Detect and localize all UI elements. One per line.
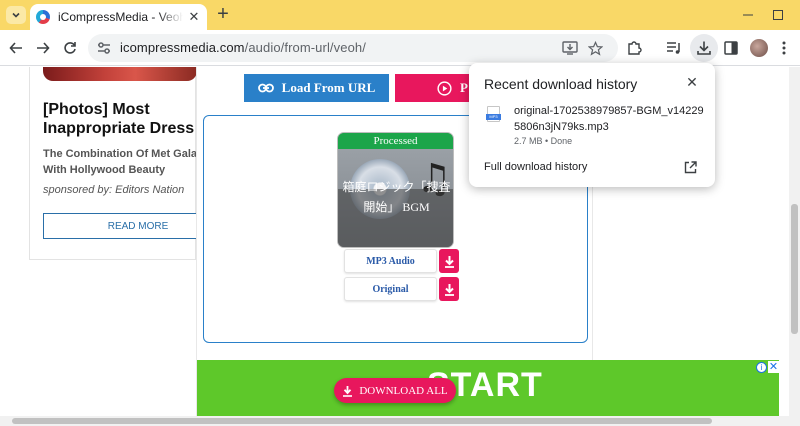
download-arrow-icon	[444, 283, 454, 296]
external-link-icon[interactable]	[682, 159, 698, 175]
card-sponsor: sponsored by: Editors Nation	[43, 184, 185, 196]
side-panel-icon[interactable]	[721, 38, 741, 58]
install-app-icon[interactable]	[562, 40, 578, 56]
close-icon[interactable]: ✕	[683, 73, 701, 91]
vertical-scroll-thumb[interactable]	[791, 204, 798, 334]
url-path: /audio/from-url/veoh/	[244, 40, 366, 55]
download-row-original: Original	[344, 277, 459, 301]
media-control-icon[interactable]	[664, 38, 684, 58]
link-icon	[257, 83, 274, 93]
profile-avatar[interactable]	[750, 39, 768, 57]
tab-bar: iCompressMedia - Veoh To MP3 ✕ +	[0, 0, 800, 30]
maximize-icon[interactable]	[756, 0, 800, 30]
extensions-icon[interactable]	[624, 38, 644, 58]
url-text: icompressmedia.com/audio/from-url/veoh/	[120, 40, 366, 55]
tab-search-button[interactable]	[6, 6, 26, 24]
mp3-download-button[interactable]	[439, 249, 459, 273]
tab-title: iCompressMedia - Veoh To MP3	[58, 10, 183, 24]
download-row-mp3: MP3 Audio	[344, 249, 459, 273]
vertical-scrollbar[interactable]	[789, 67, 800, 416]
card-subtitle: The Combination Of Met Gala With Hollywo…	[43, 148, 198, 176]
download-all-label: DOWNLOAD ALL	[359, 384, 448, 397]
full-download-history-link[interactable]: Full download history	[484, 161, 587, 173]
download-history-popup: Recent download history ✕ MP3 original-1…	[469, 63, 715, 187]
downloaded-file-meta: 2.7 MB • Done	[514, 136, 573, 146]
address-bar[interactable]: icompressmedia.com/audio/from-url/veoh/	[88, 34, 618, 62]
browser-toolbar: icompressmedia.com/audio/from-url/veoh/	[0, 30, 800, 66]
load-from-url-label: Load From URL	[281, 80, 376, 95]
mp3-audio-label[interactable]: MP3 Audio	[344, 249, 437, 273]
back-icon[interactable]	[6, 38, 26, 58]
card-title[interactable]: [Photos] Most Inappropriate Dress	[43, 100, 213, 138]
processed-badge: Processed	[338, 133, 453, 149]
close-tab-icon[interactable]: ✕	[187, 10, 201, 24]
load-from-url-button[interactable]: Load From URL	[244, 74, 389, 102]
forward-icon[interactable]	[33, 38, 53, 58]
play-icon	[437, 80, 452, 96]
play-label: P	[460, 80, 468, 95]
download-arrow-icon	[343, 385, 353, 397]
site-info-icon[interactable]	[96, 40, 112, 56]
url-host: icompressmedia.com	[120, 40, 245, 55]
ad-info-icon[interactable]: i	[756, 362, 767, 373]
sponsored-card[interactable]: [Photos] Most Inappropriate Dress The Co…	[29, 67, 233, 260]
horizontal-scroll-thumb[interactable]	[12, 418, 712, 424]
original-download-button[interactable]	[439, 277, 459, 301]
horizontal-scrollbar[interactable]	[0, 416, 800, 426]
chevron-down-icon	[12, 12, 20, 18]
menu-kebab-icon[interactable]	[774, 38, 794, 58]
audio-file-icon: MP3	[486, 106, 501, 122]
media-title: 箱庭ロジック「捜査開始」 BGM	[342, 180, 451, 214]
media-card: Processed ♫ 箱庭ロジック「捜査開始」 BGM	[337, 132, 454, 248]
reload-icon[interactable]	[60, 38, 80, 58]
active-tab[interactable]: iCompressMedia - Veoh To MP3 ✕	[30, 4, 207, 30]
original-label[interactable]: Original	[344, 277, 437, 301]
downloaded-file-name[interactable]: original-1702538979857-BGM_v142295806n3j…	[514, 103, 704, 135]
bookmark-star-icon[interactable]	[587, 40, 603, 56]
ad-banner[interactable]: START i ✕	[197, 360, 779, 416]
ad-close-icon[interactable]: ✕	[768, 361, 779, 373]
new-tab-icon[interactable]: +	[213, 4, 233, 25]
popup-title: Recent download history	[484, 76, 638, 92]
card-photo[interactable]	[43, 67, 197, 81]
download-arrow-icon	[444, 255, 454, 268]
site-favicon-icon	[36, 10, 50, 24]
download-all-button[interactable]: DOWNLOAD ALL	[334, 378, 456, 403]
download-icon[interactable]	[694, 38, 714, 58]
file-type-badge: MP3	[486, 114, 501, 120]
